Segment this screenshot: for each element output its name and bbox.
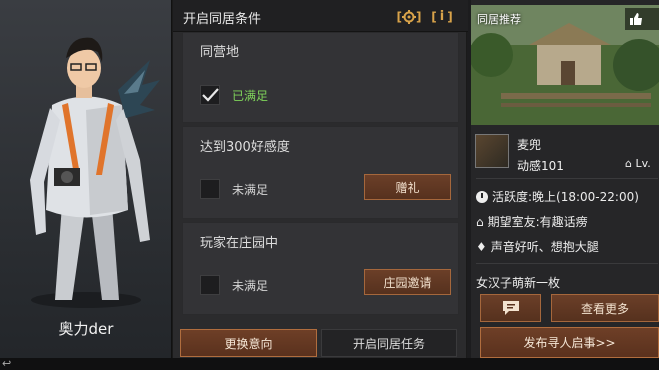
character-name: 奥力der	[58, 320, 114, 338]
gift-button[interactable]: 赠礼	[364, 174, 451, 200]
info-icon: i	[439, 9, 445, 24]
player-subtitle: 动感101	[517, 159, 564, 173]
player-level: ⌂ Lv.	[625, 157, 651, 170]
divider	[476, 178, 658, 179]
house-icon: ⌂	[476, 214, 484, 229]
player-description: 女汉子萌新一枚	[476, 276, 561, 290]
player-avatar[interactable]	[475, 134, 509, 168]
condition-item: 同营地 已满足	[182, 32, 459, 123]
thumbs-up-icon	[630, 13, 642, 25]
condition-label: 玩家在庄园中	[200, 236, 279, 251]
tag-icon: ♦	[476, 239, 487, 254]
condition-item: 玩家在庄园中 未满足 庄园邀请	[182, 222, 459, 315]
chat-icon	[502, 301, 519, 315]
post-notice-button[interactable]: 发布寻人启事>>	[480, 327, 659, 358]
condition-label: 同营地	[200, 45, 240, 60]
gear-icon	[402, 9, 416, 24]
house-icon: ⌂	[625, 157, 632, 170]
tags-text: 声音好听、想抱大腿	[490, 240, 599, 254]
recommendation-title: 同居推荐	[477, 13, 521, 26]
conditions-title: 开启同居条件	[183, 12, 262, 27]
condition-checkbox	[200, 275, 220, 295]
start-cohabit-task-button[interactable]: 开启同居任务	[321, 329, 457, 357]
active-time-row: 活跃度:晚上(18:00-22:00)	[476, 188, 639, 205]
condition-label: 达到300好感度	[200, 140, 290, 155]
tags-row: ♦ 声音好听、想抱大腿	[476, 238, 599, 255]
condition-status-text: 未满足	[232, 278, 269, 293]
condition-status: 已满足	[200, 85, 268, 105]
expected-roommate-row: ⌂ 期望室友:有趣话痨	[476, 213, 588, 230]
bottom-bar	[0, 358, 659, 370]
conditions-header: 开启同居条件 [ ] [ i ]	[173, 0, 468, 32]
divider	[476, 263, 658, 264]
condition-item: 达到300好感度 未满足 赠礼	[182, 126, 459, 219]
chat-button[interactable]	[480, 294, 541, 322]
expected-roommate-text: 期望室友:有趣话痨	[487, 215, 588, 229]
conditions-panel: 开启同居条件 [ ] [ i ] 同营地 已满足 达到300好感度 未满足 赠礼…	[172, 0, 468, 358]
change-intent-button[interactable]: 更换意向	[180, 329, 317, 357]
level-prefix: Lv.	[635, 157, 651, 170]
condition-checkbox	[200, 85, 220, 105]
condition-status-text: 未满足	[232, 182, 269, 197]
manor-preview-image[interactable]: 同居推荐	[471, 5, 659, 125]
info-button[interactable]: [ i ]	[429, 7, 455, 26]
manor-invite-button[interactable]: 庄园邀请	[364, 269, 451, 295]
character-model	[30, 37, 160, 308]
back-icon[interactable]: ↩	[2, 358, 11, 370]
check-icon	[202, 88, 219, 102]
condition-status: 未满足	[200, 275, 268, 295]
like-button[interactable]	[625, 8, 659, 30]
recommendation-panel: 同居推荐 麦兜 动感101 ⌂ Lv. 活跃度:晚上(18:00-22:00) …	[471, 0, 659, 358]
condition-checkbox	[200, 179, 220, 199]
player-name: 麦兜	[517, 138, 542, 152]
clock-icon	[476, 190, 488, 203]
view-more-button[interactable]: 查看更多	[551, 294, 659, 322]
condition-status-text: 已满足	[232, 88, 269, 103]
character-panel: 奥力der	[0, 0, 172, 358]
condition-status: 未满足	[200, 179, 268, 199]
active-time-text: 活跃度:晚上(18:00-22:00)	[492, 190, 639, 204]
settings-button[interactable]: [ ]	[396, 7, 422, 26]
